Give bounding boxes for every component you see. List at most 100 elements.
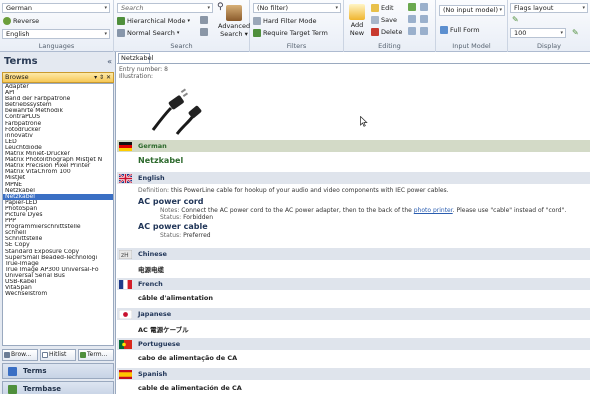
filter-select[interactable]: (No filter) ▾	[253, 3, 341, 13]
svg-text:zH: zH	[121, 252, 129, 259]
hierarchical-mode-label: Hierarchical Mode	[127, 17, 186, 25]
language-section-german: German Netzkabel	[117, 140, 590, 166]
chevron-down-icon: ▾	[499, 7, 502, 13]
language-section-portuguese: Portuguese cabo de alimentação de CA	[117, 338, 590, 366]
browse-window-controls[interactable]: ▾ ⇕ ✕	[94, 73, 111, 82]
notes-text: Connect the AC power cord to the AC powe…	[181, 207, 412, 214]
pane-tabs: Brow... Hitlist Term...	[2, 349, 114, 361]
tab-term-clipboard[interactable]: Term...	[78, 349, 114, 361]
notes-row: Notes: Connect the AC power cord to the …	[160, 207, 566, 214]
term-list-item[interactable]: Wechselstrom	[3, 291, 113, 297]
zoom-value: 100	[514, 29, 527, 37]
terms-nav-icon	[8, 367, 17, 376]
target-language-select[interactable]: English ▾	[2, 29, 110, 39]
termbase-management-icon	[8, 385, 17, 394]
chevron-down-icon: ▾	[335, 5, 338, 11]
add-new-icon	[349, 4, 365, 20]
source-language-select[interactable]: German ▾	[2, 3, 110, 13]
require-target-term-label: Require Target Term	[263, 29, 328, 37]
filter-funnel-icon[interactable]	[200, 16, 208, 24]
print-icon[interactable]	[420, 15, 428, 23]
term-text: AC power cable	[138, 222, 208, 231]
browse-icon	[4, 352, 10, 358]
tab-hitlist[interactable]: Hitlist	[40, 349, 76, 361]
term-text: 电源电缆	[138, 266, 164, 274]
status-key: Status:	[160, 214, 182, 221]
reverse-button[interactable]: Reverse	[3, 16, 39, 26]
search-input[interactable]: Search ▾	[117, 3, 213, 13]
spellcheck-icon[interactable]	[408, 3, 416, 11]
french-flag-icon	[119, 280, 132, 289]
edit-label: Edit	[381, 4, 394, 12]
language-name: English	[138, 174, 165, 182]
hierarchical-mode-button[interactable]: Hierarchical Mode ▾	[117, 16, 190, 26]
terms-pane-title: Terms	[4, 56, 38, 67]
browse-label: Browse	[5, 73, 29, 81]
nav-termbase-management[interactable]: Termbase Management	[2, 381, 114, 394]
save-button[interactable]: Save	[371, 15, 397, 25]
term-text: AC 電源ケーブル	[138, 326, 189, 334]
filter-value: (No filter)	[257, 4, 289, 12]
language-bar	[117, 248, 590, 260]
tab-divider	[117, 63, 590, 64]
display-group: Flags layout ▾ ✎ 100 ▾ ✎ Display	[508, 0, 590, 52]
wildcard-icon[interactable]	[200, 28, 208, 36]
edit-button[interactable]: Edit	[371, 3, 394, 13]
status-key: Status:	[160, 232, 182, 239]
save-icon	[371, 16, 379, 24]
language-section-french: French câble d'alimentation	[117, 278, 590, 306]
display-group-label: Display	[537, 42, 561, 50]
full-form-icon	[440, 26, 448, 34]
source-language-value: German	[6, 4, 33, 12]
target-language-value: English	[6, 30, 30, 38]
language-bar	[117, 172, 590, 184]
require-target-term-button[interactable]: Require Target Term	[253, 28, 328, 38]
layout-edit-icon[interactable]: ✎	[512, 15, 519, 24]
search-group-label: Search	[170, 42, 193, 50]
language-section-japanese: Japanese AC 電源ケーブル	[117, 308, 590, 336]
collapse-pane-button[interactable]: «	[107, 57, 112, 66]
history-icon[interactable]	[420, 27, 428, 35]
input-model-group: (No input model) ▾ Full Form Input Model	[436, 0, 508, 52]
zoom-select[interactable]: 100 ▾	[510, 28, 566, 38]
uk-flag-icon	[119, 174, 132, 183]
input-model-select[interactable]: (No input model) ▾	[439, 5, 505, 16]
mouse-cursor-icon	[360, 116, 368, 127]
browse-header: Browse ▾ ⇕ ✕	[2, 72, 114, 83]
status-row: Status: Forbidden	[160, 214, 213, 221]
chevron-down-icon: ▾	[560, 30, 563, 36]
delete-button[interactable]: Delete	[371, 27, 402, 37]
window-icon[interactable]	[408, 27, 416, 35]
hard-filter-mode-button[interactable]: Hard Filter Mode	[253, 16, 317, 26]
tab-netzkabel[interactable]: Netzkabel	[118, 53, 153, 63]
chinese-language-icon: zH	[119, 250, 132, 259]
term-list[interactable]: Adapter API Band der Farbpatrone Betriebssy…	[2, 83, 114, 346]
language-bar	[117, 140, 590, 152]
reverse-label: Reverse	[13, 17, 40, 25]
full-form-button[interactable]: Full Form	[440, 25, 480, 35]
chevron-down-icon: ▾	[582, 5, 585, 11]
normal-search-icon	[117, 29, 125, 37]
tab-browse[interactable]: Brow...	[2, 349, 38, 361]
save-label: Save	[381, 16, 397, 24]
advanced-search-button[interactable]: Advanced Search ▾	[218, 5, 250, 38]
status-row: Status: Preferred	[160, 232, 211, 239]
normal-search-button[interactable]: Normal Search ▾	[117, 28, 179, 38]
chevron-down-icon: ▾	[104, 5, 107, 11]
delete-icon	[371, 28, 379, 36]
terms-pane: Terms « Browse ▾ ⇕ ✕ Adapter API Band der …	[0, 52, 116, 394]
spanish-flag-icon	[119, 370, 132, 379]
undo-icon[interactable]	[408, 15, 416, 23]
add-new-button[interactable]: Add New	[346, 4, 368, 37]
copy-icon[interactable]	[420, 3, 428, 11]
tab-term-clipboard-label: Term...	[87, 351, 108, 358]
layout-select[interactable]: Flags layout ▾	[510, 3, 588, 13]
hitlist-icon	[42, 352, 48, 358]
photo-printer-link[interactable]: photo printer	[414, 207, 453, 214]
zoom-edit-icon[interactable]: ✎	[572, 28, 579, 37]
term-text: câble d'alimentation	[138, 294, 214, 302]
definition-text: this PowerLine cable for hookup of your …	[171, 187, 449, 194]
ribbon: German ▾ Reverse English ▾ Languages Sea…	[0, 0, 590, 52]
nav-terms[interactable]: Terms	[2, 363, 114, 379]
term-text: AC power cord	[138, 197, 204, 206]
